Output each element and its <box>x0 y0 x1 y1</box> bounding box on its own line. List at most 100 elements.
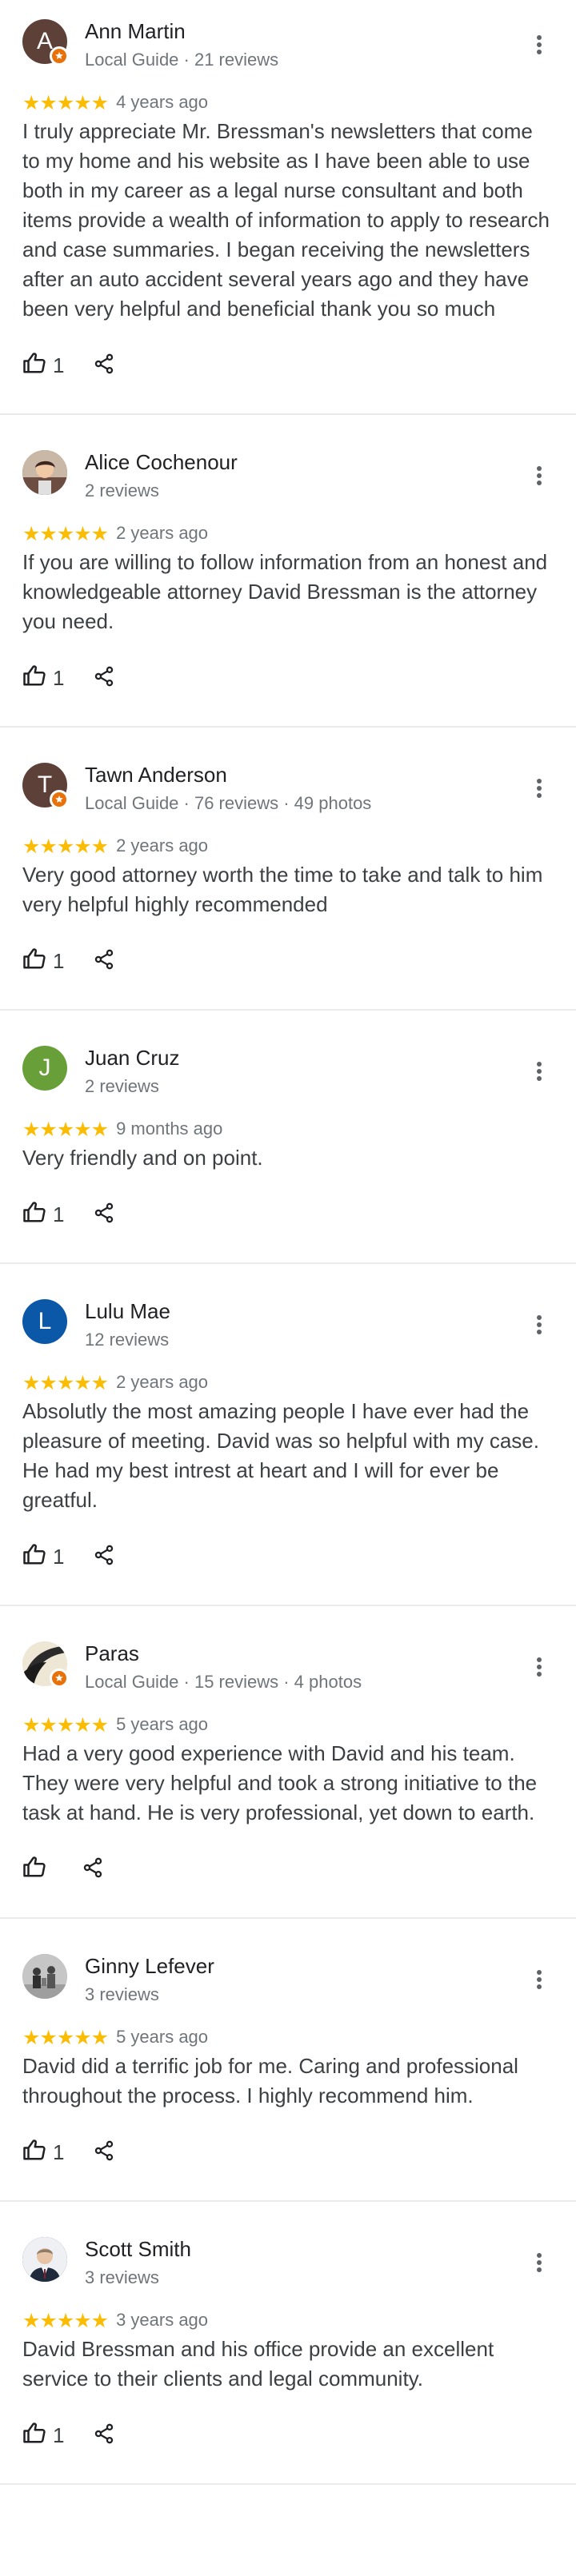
reviewer-name[interactable]: Juan Cruz <box>85 1046 180 1071</box>
reviewer-name[interactable]: Ginny Lefever <box>85 1954 214 1979</box>
like-button[interactable]: 1 <box>22 2421 64 2450</box>
like-button[interactable]: 1 <box>22 2138 64 2167</box>
review-text: Very good attorney worth the time to tak… <box>22 863 543 916</box>
thumb-up-icon <box>22 351 46 381</box>
like-count: 1 <box>53 948 65 973</box>
avatar-photo <box>22 2237 67 2282</box>
share-icon <box>93 2422 115 2449</box>
review-actions: 1 <box>22 937 554 985</box>
review-header: J Juan Cruz 2 reviews <box>22 1027 554 1096</box>
more-vert-icon[interactable] <box>525 774 554 803</box>
review-actions: 1 <box>22 2411 554 2459</box>
share-icon <box>93 948 115 975</box>
like-count: 1 <box>53 2422 65 2447</box>
star-rating: ★★★★★ <box>22 1713 109 1737</box>
share-button[interactable] <box>82 1856 104 1883</box>
like-button[interactable]: 1 <box>22 1200 64 1230</box>
reviewer-name[interactable]: Alice Cochenour <box>85 450 238 475</box>
review-card: Scott Smith 3 reviews ★★★★★ 3 years ago Davi… <box>0 2202 576 2485</box>
reviewer-meta: 3 reviews <box>85 1984 159 2004</box>
review-card: Paras Local Guide · 15 reviews · 4 photos… <box>0 1606 576 1919</box>
review-header: L Lulu Mae 12 reviews <box>22 1280 554 1350</box>
share-button[interactable] <box>93 2139 115 2166</box>
share-icon <box>93 2139 115 2166</box>
review-card: A Ann Martin Local Guide · 21 reviews ★★★★★… <box>0 0 576 415</box>
more-vert-icon[interactable] <box>525 461 554 490</box>
star-rating: ★★★★★ <box>22 2025 109 2049</box>
review-actions: 1 <box>22 1533 554 1581</box>
like-count: 1 <box>53 2139 65 2164</box>
review-text: David did a terrific job for me. Caring … <box>22 2054 518 2107</box>
reviewer-meta: 12 reviews <box>85 1330 170 1350</box>
like-button[interactable] <box>22 1855 53 1884</box>
like-count: 1 <box>53 1202 65 1226</box>
review-text: Absolutly the most amazing people I have… <box>22 1399 539 1512</box>
reviewer-name[interactable]: Tawn Anderson <box>85 763 227 788</box>
avatar-photo <box>22 1954 67 1999</box>
rating-row: ★★★★★ 2 years ago <box>22 831 554 860</box>
local-guide-badge-icon <box>50 790 69 809</box>
review-header: T Tawn Anderson Local Guide · 76 reviews ·… <box>22 744 554 813</box>
review-text: Had a very good experience with David an… <box>22 1741 538 1824</box>
review-text: If you are willing to follow information… <box>22 550 548 633</box>
avatar-photo <box>22 450 67 495</box>
more-vert-icon[interactable] <box>525 1653 554 1681</box>
star-rating: ★★★★★ <box>22 90 109 114</box>
review-actions: 1 <box>22 341 554 389</box>
reviewer-name[interactable]: Ann Martin <box>85 19 186 44</box>
review-card: Ginny Lefever 3 reviews ★★★★★ 5 years ago Da… <box>0 1919 576 2202</box>
review-actions: 1 <box>22 1190 554 1238</box>
like-button[interactable]: 1 <box>22 351 64 381</box>
reviewer-meta: 3 reviews <box>85 2267 159 2287</box>
reviewer-avatar[interactable] <box>22 450 67 495</box>
thumb-up-icon <box>22 2421 46 2450</box>
reviewer-name[interactable]: Paras <box>85 1641 139 1666</box>
share-button[interactable] <box>93 1544 115 1570</box>
reviewer-name[interactable]: Lulu Mae <box>85 1299 170 1324</box>
review-text: I truly appreciate Mr. Bressman's newsle… <box>22 119 550 321</box>
reviews-list: A Ann Martin Local Guide · 21 reviews ★★★★★… <box>0 0 576 2485</box>
reviewer-avatar[interactable] <box>22 1954 67 1999</box>
reviewer-avatar[interactable]: L <box>22 1299 67 1344</box>
thumb-up-icon <box>22 1200 46 1230</box>
review-actions <box>22 1845 554 1893</box>
rating-row: ★★★★★ 2 years ago <box>22 1368 554 1397</box>
rating-row: ★★★★★ 5 years ago <box>22 2023 554 2052</box>
more-vert-icon[interactable] <box>525 1310 554 1339</box>
share-button[interactable] <box>93 2422 115 2449</box>
more-vert-icon[interactable] <box>525 1965 554 1994</box>
avatar-letter: J <box>38 1055 51 1081</box>
review-header: A Ann Martin Local Guide · 21 reviews <box>22 0 554 70</box>
thumb-up-icon <box>22 1855 46 1884</box>
review-time: 2 years ago <box>116 523 209 543</box>
review-header: Ginny Lefever 3 reviews <box>22 1935 554 2004</box>
review-time: 2 years ago <box>116 835 209 855</box>
reviewer-meta: Local Guide · 21 reviews <box>85 50 279 70</box>
more-vert-icon[interactable] <box>525 30 554 59</box>
more-vert-icon[interactable] <box>525 1057 554 1086</box>
reviewer-meta: 2 reviews <box>85 481 159 500</box>
share-icon <box>93 665 115 692</box>
reviewer-name[interactable]: Scott Smith <box>85 2237 191 2262</box>
share-button[interactable] <box>93 353 115 379</box>
share-icon <box>93 353 115 379</box>
reviewer-meta: Local Guide · 76 reviews · 49 photos <box>85 793 372 813</box>
like-button[interactable]: 1 <box>22 664 64 693</box>
share-icon <box>93 1544 115 1570</box>
thumb-up-icon <box>22 1542 46 1572</box>
share-button[interactable] <box>93 1202 115 1228</box>
review-time: 3 years ago <box>116 2310 209 2330</box>
star-rating: ★★★★★ <box>22 2308 109 2332</box>
reviewer-avatar[interactable]: J <box>22 1046 67 1091</box>
reviewer-avatar[interactable] <box>22 2237 67 2282</box>
review-text: David Bressman and his office provide an… <box>22 2337 494 2391</box>
more-vert-icon[interactable] <box>525 2248 554 2277</box>
star-rating: ★★★★★ <box>22 521 109 545</box>
share-button[interactable] <box>93 665 115 692</box>
review-header: Paras Local Guide · 15 reviews · 4 photos <box>22 1622 554 1692</box>
like-button[interactable]: 1 <box>22 947 64 976</box>
avatar-letter: L <box>38 1308 52 1334</box>
like-button[interactable]: 1 <box>22 1542 64 1572</box>
share-button[interactable] <box>93 948 115 975</box>
review-time: 2 years ago <box>116 1372 209 1392</box>
